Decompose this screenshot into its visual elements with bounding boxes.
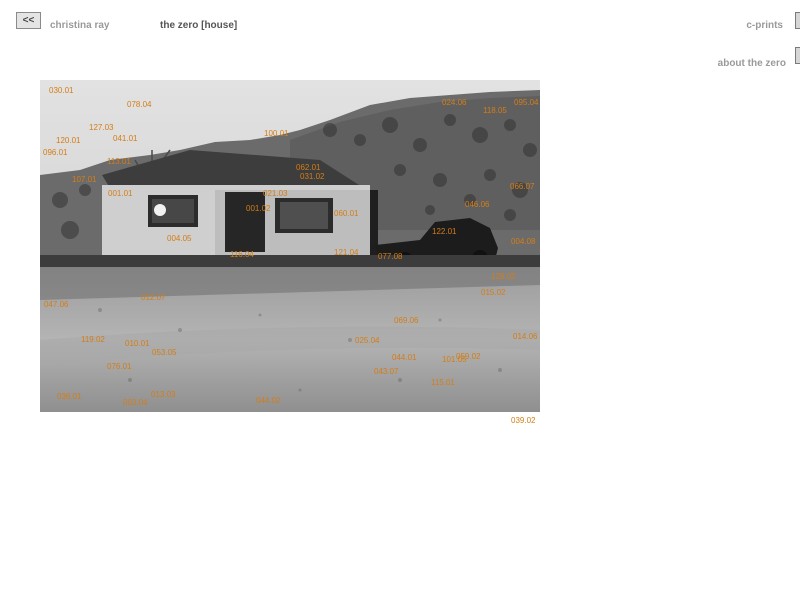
hotspot-label[interactable]: 041.01 [113, 134, 137, 144]
hotspot-label[interactable]: 039.02 [511, 416, 535, 426]
hotspot-label[interactable]: 120.01 [56, 136, 80, 146]
hotspot-label[interactable]: 001.01 [108, 189, 132, 199]
hotspot-label[interactable]: 100.01 [264, 129, 288, 139]
about-link[interactable]: about the zero [718, 58, 786, 69]
hotspot-label[interactable]: 069.06 [394, 316, 418, 326]
hotspot-label[interactable]: 013.03 [151, 390, 175, 400]
hotspot-label[interactable]: 059.02 [456, 352, 480, 362]
hotspot-label[interactable]: 012.07 [141, 293, 165, 303]
hotspot-label[interactable]: 047.06 [44, 300, 68, 310]
artist-link[interactable]: christina ray [50, 20, 109, 31]
hotspot-label[interactable]: 118.05 [483, 106, 507, 116]
hotspot-label[interactable]: 066.07 [510, 182, 534, 192]
c-prints-link[interactable]: c-prints [746, 20, 783, 31]
hotspot-label[interactable]: 076.01 [107, 362, 131, 372]
page-title: the zero [house] [160, 20, 238, 31]
hotspot-label[interactable]: 116.04 [230, 250, 254, 260]
about-button[interactable] [795, 47, 800, 64]
hotspot-label[interactable]: 001.02 [246, 204, 270, 214]
hotspot-label[interactable]: 129.02 [491, 272, 515, 282]
hotspot-label[interactable]: 015.02 [481, 288, 505, 298]
hotspot-label[interactable]: 046.06 [465, 200, 489, 210]
hotspot-label[interactable]: 043.07 [374, 367, 398, 377]
hotspot-label[interactable]: 021.03 [263, 189, 287, 199]
hotspot-label[interactable]: 003.04 [123, 398, 147, 408]
hotspot-label[interactable]: 107.01 [72, 175, 96, 185]
hotspot-label[interactable]: 078.04 [127, 100, 151, 110]
c-prints-button[interactable] [795, 12, 800, 29]
hotspot-label[interactable]: 004.08 [511, 237, 535, 247]
hotspot-label[interactable]: 024.06 [442, 98, 466, 108]
hotspot-label[interactable]: 053.05 [152, 348, 176, 358]
hotspot-label[interactable]: 113.01 [107, 157, 131, 167]
hotspot-label[interactable]: 004.05 [167, 234, 191, 244]
hotspot-label[interactable]: 030.01 [49, 86, 73, 96]
hotspot-label[interactable]: 115.01 [431, 378, 455, 388]
hotspot-label[interactable]: 096.01 [43, 148, 67, 158]
hotspot-label[interactable]: 060.01 [334, 209, 358, 219]
hotspot-label[interactable]: 119.02 [81, 335, 105, 345]
hotspot-label[interactable]: 095.04 [514, 98, 538, 108]
hotspot-label[interactable]: 044.01 [392, 353, 416, 363]
hotspot-label[interactable]: 010.01 [125, 339, 149, 349]
hotspot-label[interactable]: 025.04 [355, 336, 379, 346]
hotspot-label[interactable]: 036.01 [57, 392, 81, 402]
page: << christina ray the zero [house] c-prin… [0, 0, 800, 600]
hotspot-label[interactable]: 031.02 [300, 172, 324, 182]
hotspot-label[interactable]: 014.06 [513, 332, 537, 342]
hotspot-label[interactable]: 044.02 [256, 396, 280, 406]
hotspot-label[interactable]: 122.01 [432, 227, 456, 237]
hotspot-label[interactable]: 121.04 [334, 248, 358, 258]
hotspot-label[interactable]: 077.08 [378, 252, 402, 262]
hotspot-label[interactable]: 127.03 [89, 123, 113, 133]
back-button[interactable]: << [16, 12, 41, 29]
